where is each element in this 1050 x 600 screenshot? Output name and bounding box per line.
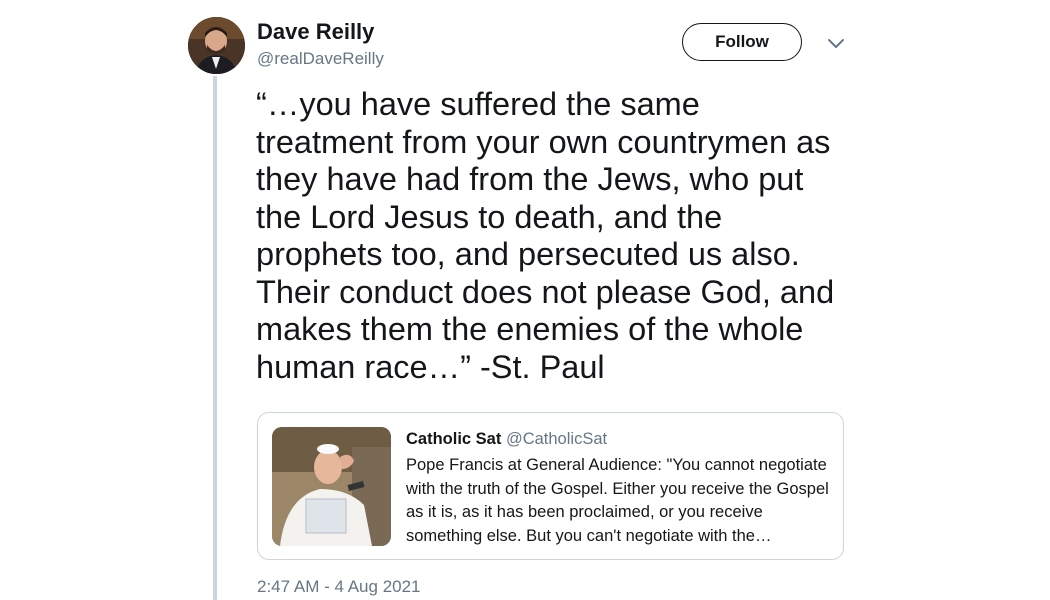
timestamp[interactable]: 2:47 AM - 4 Aug 2021: [257, 577, 421, 597]
chevron-down-icon[interactable]: [826, 36, 846, 52]
author-handle[interactable]: @realDaveReilly: [257, 49, 384, 69]
quoted-tweet-header: Catholic Sat @CatholicSat: [406, 430, 607, 449]
quoted-tweet-text: Pope Francis at General Audience: "You c…: [406, 456, 829, 545]
quoted-tweet-card[interactable]: Catholic Sat @CatholicSat Pope Francis a…: [257, 412, 844, 560]
follow-button[interactable]: Follow: [682, 23, 802, 61]
tweet-text: “…you have suffered the same treatment f…: [256, 86, 835, 385]
quoted-author-handle[interactable]: @CatholicSat: [506, 430, 607, 448]
quoted-tweet-image[interactable]: [272, 427, 391, 546]
author-name[interactable]: Dave Reilly: [257, 19, 374, 45]
quoted-author-name[interactable]: Catholic Sat: [406, 430, 501, 448]
thread-line: [213, 76, 217, 600]
avatar[interactable]: [188, 17, 245, 74]
tweet: Dave Reilly @realDaveReilly Follow “…you…: [0, 0, 1050, 600]
